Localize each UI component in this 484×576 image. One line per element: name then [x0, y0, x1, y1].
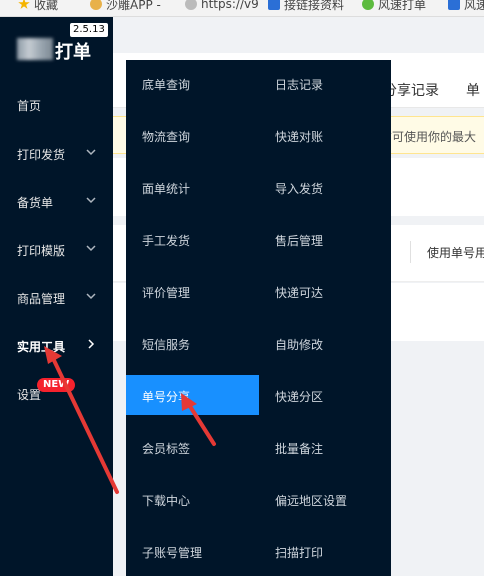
tab-partial[interactable]: 单 [466, 80, 480, 100]
bookmark-favorites[interactable]: 收藏 [18, 0, 58, 12]
notice-text: 方可使用你的最大 [380, 130, 477, 144]
bookmark-url[interactable]: https://v9 [185, 0, 259, 12]
menu-item-batch-notes[interactable]: 批量备注 [275, 440, 323, 457]
toolbar-option[interactable]: 使用单号用 [427, 244, 484, 261]
menu-item-self-edit[interactable]: 自助修改 [275, 336, 323, 353]
menu-item-express-reconcile[interactable]: 快递对账 [275, 128, 323, 145]
chevron-down-icon [85, 146, 97, 158]
menu-item-member-tags[interactable]: 会员标签 [142, 440, 190, 457]
bookmark-docs[interactable]: 接链接资料 [268, 0, 344, 12]
sidebar-item-tools[interactable]: 实用工具 [17, 338, 65, 355]
bookmark-fengsu-2[interactable]: 风速 [448, 0, 484, 12]
menu-item-scan-print[interactable]: 扫描打印 [275, 544, 323, 561]
brand-title: 打单 [55, 42, 91, 63]
sidebar-item-home[interactable]: 首页 [17, 97, 41, 114]
menu-item-reviews[interactable]: 评价管理 [142, 284, 190, 301]
chevron-down-icon [85, 194, 97, 206]
sidebar-item-products[interactable]: 商品管理 [17, 290, 65, 307]
menu-item-waybill-stats[interactable]: 面单统计 [142, 180, 190, 197]
sidebar-item-stock-list[interactable]: 备货单 [17, 194, 53, 211]
version-badge: 2.5.13 [70, 23, 108, 37]
globe-icon [185, 0, 197, 10]
app-icon [90, 0, 102, 10]
chevron-right-icon [85, 338, 97, 350]
menu-item-number-share[interactable]: 单号分享 [142, 388, 190, 405]
menu-item-manual-ship[interactable]: 手工发货 [142, 232, 190, 249]
logo-blurred [17, 38, 53, 60]
bookmarks-bar: 收藏 沙雕APP - https://v9 接链接资料 风速打单 风速 [0, 0, 484, 17]
menu-item-express-zones[interactable]: 快递分区 [275, 388, 323, 405]
new-badge: NEW [37, 378, 76, 392]
menu-item-after-sales[interactable]: 售后管理 [275, 232, 323, 249]
doc-icon [448, 0, 460, 10]
tab-share-records[interactable]: 分享记录 [383, 80, 439, 100]
chevron-down-icon [85, 290, 97, 302]
menu-item-waybill-query[interactable]: 底单查询 [142, 76, 190, 93]
menu-item-sms[interactable]: 短信服务 [142, 336, 190, 353]
menu-item-logistics-query[interactable]: 物流查询 [142, 128, 190, 145]
bookmark-app[interactable]: 沙雕APP - [90, 0, 161, 12]
leaf-icon [362, 0, 374, 10]
sidebar-item-print-template[interactable]: 打印模版 [17, 242, 65, 259]
toolbar-divider [410, 241, 411, 263]
menu-item-import-ship[interactable]: 导入发货 [275, 180, 323, 197]
menu-item-remote-areas[interactable]: 偏远地区设置 [275, 492, 347, 509]
sidebar-item-print-ship[interactable]: 打印发货 [17, 146, 65, 163]
menu-item-sub-accounts[interactable]: 子账号管理 [142, 544, 202, 561]
bookmark-fengsu[interactable]: 风速打单 [362, 0, 426, 12]
chevron-down-icon [85, 242, 97, 254]
menu-item-downloads[interactable]: 下载中心 [142, 492, 190, 509]
doc-icon [268, 0, 280, 10]
star-icon [18, 0, 30, 9]
menu-item-logs[interactable]: 日志记录 [275, 76, 323, 93]
menu-item-express-reach[interactable]: 快递可达 [275, 284, 323, 301]
